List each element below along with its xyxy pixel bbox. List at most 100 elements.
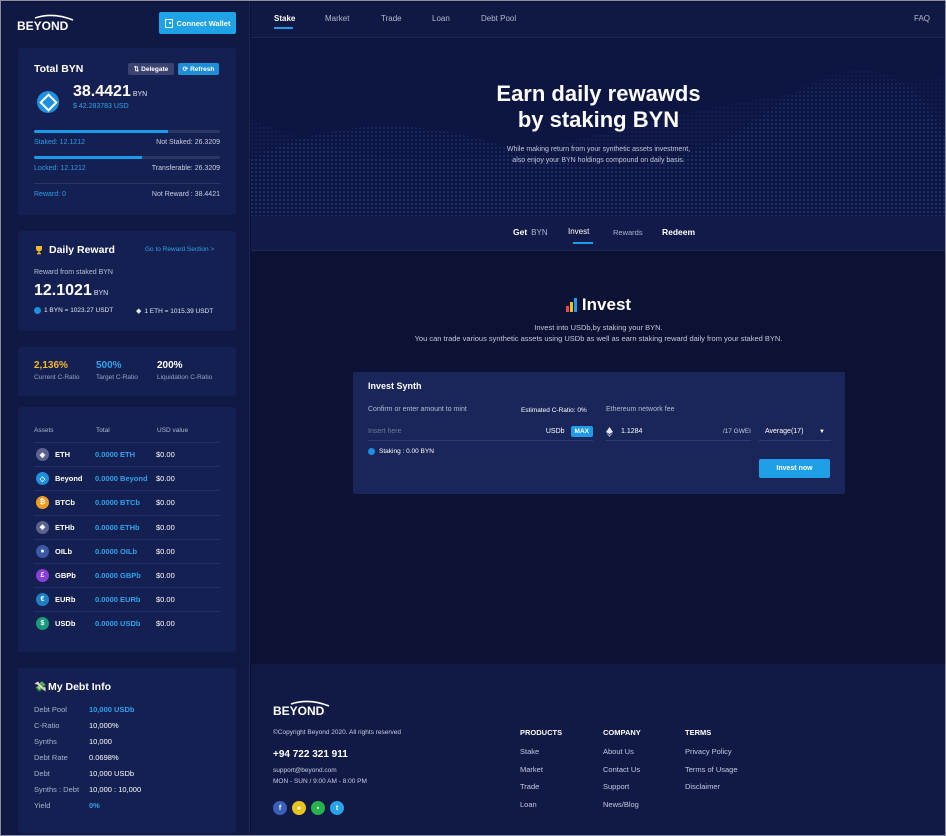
footer-link[interactable]: Terms of Usage bbox=[685, 765, 738, 774]
twitter-icon[interactable]: t bbox=[330, 801, 344, 815]
invest-heading: Invest bbox=[251, 295, 945, 315]
reward-value: Reward: 0 bbox=[34, 191, 66, 198]
asset-total: 0.0000 USDb bbox=[95, 619, 141, 629]
daily-reward-unit: BYN bbox=[93, 290, 109, 297]
assets-header: Assets bbox=[34, 427, 54, 434]
tab-redeem[interactable]: Redeem bbox=[662, 227, 695, 237]
footer-link[interactable]: Trade bbox=[520, 782, 539, 791]
hero-subtitle: While making return from your synthetic … bbox=[251, 144, 945, 166]
c-ratio-card: 2,136% Current C-Ratio 500% Target C-Rat… bbox=[18, 347, 236, 396]
staked-progress-bar bbox=[34, 130, 220, 133]
current-c-ratio-label: Current C-Ratio bbox=[34, 374, 80, 381]
footer-link[interactable]: About Us bbox=[603, 747, 634, 756]
line-icon[interactable]: ▪ bbox=[311, 801, 325, 815]
hero-banner: Earn daily rewawds by staking BYN While … bbox=[251, 39, 945, 216]
liquidation-c-ratio-value: 200% bbox=[157, 360, 183, 371]
asset-total: 0.0000 OILb bbox=[95, 546, 138, 556]
footer-link[interactable]: Stake bbox=[520, 747, 539, 756]
tab-get-unit: BYN bbox=[531, 228, 548, 237]
asset-name: BTCb bbox=[55, 498, 75, 508]
mint-amount-input[interactable]: Insert here USDb MAX bbox=[368, 423, 593, 441]
invest-now-button[interactable]: Invest now bbox=[759, 459, 830, 478]
hero-subtitle-line1: While making return from your synthetic … bbox=[506, 146, 691, 153]
asset-total: 0.0000 ETHb bbox=[95, 522, 140, 532]
debt-value: 10,000 : 10,000 bbox=[89, 785, 142, 794]
chat-icon[interactable]: ● bbox=[292, 801, 306, 815]
asset-row-usdb[interactable]: $ USDb 0.0000 USDb $0.00 bbox=[34, 611, 220, 635]
refresh-button[interactable]: ⟳ Refresh bbox=[178, 63, 219, 75]
asset-row-btcb[interactable]: ₿ BTCb 0.0000 BTCb $0.00 bbox=[34, 490, 220, 514]
asset-usd-value: $0.00 bbox=[156, 474, 175, 484]
asset-row-eurb[interactable]: € EURb 0.0000 EURb $0.00 bbox=[34, 587, 220, 611]
nav-loan[interactable]: Loan bbox=[432, 14, 450, 23]
asset-usd-value: $0.00 bbox=[156, 619, 175, 629]
asset-usd-value: $0.00 bbox=[156, 546, 175, 556]
nav-stake[interactable]: Stake bbox=[274, 14, 295, 23]
money-bag-icon: 💸 bbox=[34, 682, 47, 693]
footer-heading-products: PRODUCTS bbox=[520, 728, 563, 737]
staked-value: Staked: 12.1212 bbox=[34, 139, 85, 146]
network-fee-value: 1.1284 bbox=[621, 428, 643, 435]
asset-name: Beyond bbox=[55, 474, 83, 484]
confirm-amount-label: Confirm or enter amount to mint bbox=[368, 406, 467, 413]
footer-link[interactable]: Market bbox=[520, 765, 543, 774]
debt-label: Synths bbox=[34, 737, 57, 746]
nav-market[interactable]: Market bbox=[325, 14, 349, 23]
hero-subtitle-line2: also enjoy your BYN holdings compound on… bbox=[512, 157, 685, 164]
tab-invest[interactable]: Invest bbox=[568, 227, 589, 236]
asset-row-oilb[interactable]: ● OILb 0.0000 OILb $0.00 bbox=[34, 538, 220, 563]
asset-row-ethb[interactable]: ◆ ETHb 0.0000 ETHb $0.00 bbox=[34, 514, 220, 539]
tab-active-indicator bbox=[573, 242, 593, 244]
footer-link[interactable]: News/Blog bbox=[603, 800, 639, 809]
mint-amount-unit: USDb bbox=[545, 428, 565, 435]
current-c-ratio-value: 2,136% bbox=[34, 360, 68, 371]
tab-rewards[interactable]: Rewards bbox=[613, 228, 643, 237]
beyond-logo[interactable]: BEYOND bbox=[17, 14, 87, 34]
liquidation-c-ratio-label: Liquidation C-Ratio bbox=[157, 374, 213, 381]
phone-number[interactable]: +94 722 321 911 bbox=[273, 749, 348, 760]
locked-value: Locked: 12.1212 bbox=[34, 165, 86, 172]
footer-logo[interactable]: BEYOND bbox=[273, 700, 343, 718]
max-button[interactable]: MAX bbox=[570, 426, 593, 437]
asset-name: ETHb bbox=[55, 522, 75, 532]
hero-title: Earn daily rewawds by staking BYN bbox=[251, 81, 945, 133]
asset-name: EURb bbox=[55, 595, 76, 605]
nav-active-indicator bbox=[274, 27, 293, 29]
delegate-label: Delegate bbox=[141, 65, 169, 73]
nav-trade[interactable]: Trade bbox=[381, 14, 402, 23]
gas-speed-select[interactable]: Average(17) ▼ bbox=[759, 423, 831, 441]
debt-value: 10,000 bbox=[89, 737, 112, 746]
asset-total: 0.0000 BTCb bbox=[95, 498, 141, 508]
footer-link[interactable]: Loan bbox=[520, 800, 537, 809]
total-header: Total bbox=[96, 427, 110, 434]
invest-description-line1: Invest into USDb,by staking your BYN. bbox=[534, 323, 663, 332]
footer-link[interactable]: Disclaimer bbox=[685, 782, 720, 791]
locked-progress-fill bbox=[34, 156, 142, 159]
nav-debt-pool[interactable]: Debt Pool bbox=[481, 14, 516, 23]
footer-link[interactable]: Support bbox=[603, 782, 629, 791]
debt-value: 0% bbox=[89, 801, 100, 810]
footer-link[interactable]: Contact Us bbox=[603, 765, 640, 774]
asset-row-eth[interactable]: ◆ ETH 0.0000 ETH $0.00 bbox=[34, 442, 220, 466]
top-navigation: Stake Market Trade Loan Debt Pool FAQ bbox=[251, 2, 945, 38]
byn-rate-text: 1 BYN = 1023.27 USDT bbox=[44, 307, 114, 314]
support-email[interactable]: support@beyond.com bbox=[273, 767, 337, 774]
go-to-reward-link[interactable]: Go to Reward Section > bbox=[145, 246, 214, 253]
total-byn-title: Total BYN bbox=[34, 63, 84, 75]
asset-row-gbpb[interactable]: £ GBPb 0.0000 GBPb $0.00 bbox=[34, 563, 220, 587]
facebook-icon[interactable]: f bbox=[273, 801, 287, 815]
asset-total: 0.0000 Beyond bbox=[95, 474, 148, 484]
invest-description: Invest into USDb,by staking your BYN. Yo… bbox=[251, 322, 945, 344]
asset-row-beyond[interactable]: ◇ Beyond 0.0000 Beyond $0.00 bbox=[34, 466, 220, 490]
total-byn-card: Total BYN ⇅ Delegate ⟳ Refresh 38.4421 BY… bbox=[18, 48, 236, 215]
ethereum-icon bbox=[606, 426, 613, 437]
footer-heading-terms: TERMS bbox=[685, 728, 712, 737]
asset-usd-value: $0.00 bbox=[156, 498, 175, 508]
delegate-button[interactable]: ⇅ Delegate bbox=[128, 63, 174, 75]
nav-faq[interactable]: FAQ bbox=[914, 14, 930, 23]
footer: BEYOND ©Copyright Beyond 2020. All right… bbox=[251, 664, 945, 835]
footer-link[interactable]: Privacy Policy bbox=[685, 747, 732, 756]
tab-get-byn[interactable]: Get BYN bbox=[513, 227, 548, 237]
usd-value-header: USD value bbox=[157, 427, 189, 434]
connect-wallet-button[interactable]: Connect Wallet bbox=[159, 12, 236, 34]
